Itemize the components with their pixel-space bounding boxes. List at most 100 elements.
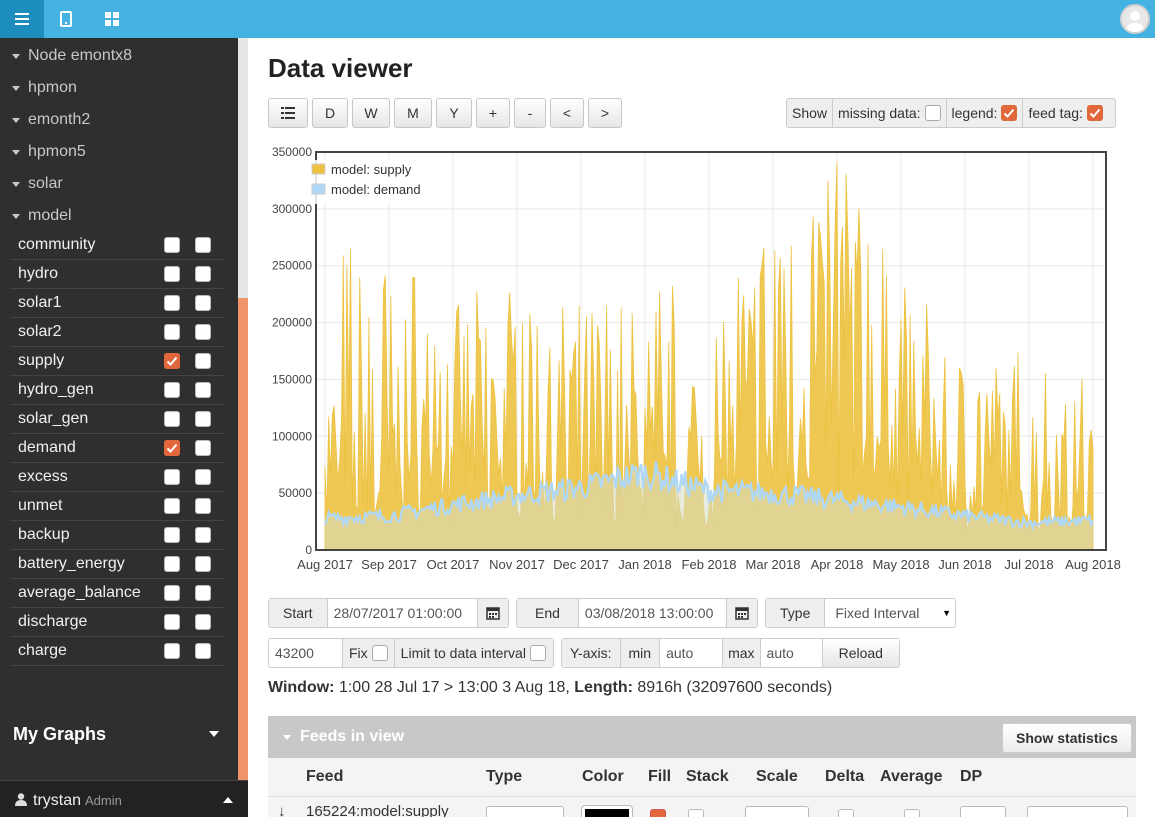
type-select[interactable]: Fixed Interval ▼ — [825, 599, 955, 627]
missing-data-option[interactable]: missing data: — [833, 99, 947, 127]
legend-checkbox[interactable] — [1001, 105, 1018, 121]
row-history-button[interactable] — [1027, 806, 1128, 817]
sidebar-node-hpmon5[interactable]: hpmon5 — [12, 142, 86, 162]
left-axis-checkbox[interactable] — [164, 498, 180, 514]
sidebar-node-emonth2[interactable]: emonth2 — [12, 110, 90, 130]
right-axis-checkbox[interactable] — [195, 556, 211, 572]
sidebar-node-hpmon[interactable]: hpmon — [12, 78, 77, 98]
user-avatar[interactable] — [1120, 4, 1150, 34]
start-calendar-button[interactable] — [477, 599, 508, 627]
zoom-out-button[interactable]: - — [514, 98, 546, 128]
my-graphs-heading[interactable]: My Graphs — [13, 724, 106, 745]
sidebar-feed-solar1[interactable]: solar1 — [10, 289, 224, 318]
menu-button[interactable] — [0, 0, 44, 38]
left-axis-checkbox[interactable] — [164, 237, 180, 253]
left-axis-checkbox[interactable] — [164, 295, 180, 311]
right-axis-checkbox[interactable] — [195, 643, 211, 659]
sidebar-feed-charge[interactable]: charge — [10, 637, 224, 666]
sidebar-feed-battery_energy[interactable]: battery_energy — [10, 550, 224, 579]
right-axis-checkbox[interactable] — [195, 411, 211, 427]
left-axis-checkbox[interactable] — [164, 469, 180, 485]
right-axis-checkbox[interactable] — [195, 498, 211, 514]
pan-left-button[interactable]: < — [550, 98, 584, 128]
row-average-checkbox[interactable] — [904, 809, 920, 817]
row-color-picker[interactable] — [581, 805, 633, 817]
zoom-in-button[interactable]: + — [476, 98, 510, 128]
right-axis-checkbox[interactable] — [195, 353, 211, 369]
feed-tag-option[interactable]: feed tag: — [1023, 99, 1108, 127]
caret-up-icon[interactable] — [223, 797, 233, 803]
sidebar-feed-hydro[interactable]: hydro — [10, 260, 224, 289]
right-axis-checkbox[interactable] — [195, 382, 211, 398]
right-axis-checkbox[interactable] — [195, 266, 211, 282]
sidebar-feed-demand[interactable]: demand — [10, 434, 224, 463]
chart-svg[interactable]: 0 50000 100000 150000 200000 250000 300000 3500… — [262, 140, 1147, 580]
row-fill-checkbox[interactable] — [650, 809, 666, 817]
data-chart[interactable]: 0 50000 100000 150000 200000 250000 300000 3500… — [262, 140, 1147, 580]
interval-input[interactable]: 43200 — [269, 639, 343, 667]
right-axis-checkbox[interactable] — [195, 469, 211, 485]
caret-down-icon[interactable] — [209, 731, 219, 737]
row-type-select[interactable] — [486, 806, 564, 817]
sidebar-feed-solar2[interactable]: solar2 — [10, 318, 224, 347]
day-button[interactable]: D — [312, 98, 348, 128]
left-axis-checkbox[interactable] — [164, 556, 180, 572]
left-axis-checkbox[interactable] — [164, 614, 180, 630]
reload-button[interactable]: Reload — [822, 639, 899, 667]
sidebar-feed-unmet[interactable]: unmet — [10, 492, 224, 521]
limit-checkbox[interactable] — [529, 645, 546, 661]
left-axis-checkbox[interactable] — [164, 411, 180, 427]
right-axis-checkbox[interactable] — [195, 237, 211, 253]
sidebar-feed-community[interactable]: community — [10, 231, 224, 260]
max-input[interactable]: auto — [761, 639, 823, 667]
right-axis-checkbox[interactable] — [195, 324, 211, 340]
sidebar-feed-supply[interactable]: supply — [10, 347, 224, 376]
end-calendar-button[interactable] — [726, 599, 757, 627]
right-axis-checkbox[interactable] — [195, 295, 211, 311]
left-axis-checkbox[interactable] — [164, 353, 180, 369]
sidebar-scrollbar-thumb[interactable] — [238, 298, 248, 780]
legend-option[interactable]: legend: — [947, 99, 1024, 127]
sidebar-node-model[interactable]: model — [12, 206, 72, 226]
fix-option[interactable]: Fix — [343, 639, 395, 667]
sidebar-node-solar[interactable]: solar — [12, 174, 63, 194]
week-button[interactable]: W — [352, 98, 390, 128]
row-delta-checkbox[interactable] — [838, 809, 854, 817]
sidebar-feed-excess[interactable]: excess — [10, 463, 224, 492]
right-axis-checkbox[interactable] — [195, 614, 211, 630]
left-axis-checkbox[interactable] — [164, 324, 180, 340]
sidebar-feed-backup[interactable]: backup — [10, 521, 224, 550]
dashboard-button[interactable] — [90, 0, 134, 38]
sidebar-feed-discharge[interactable]: discharge — [10, 608, 224, 637]
left-axis-checkbox[interactable] — [164, 440, 180, 456]
sidebar-feed-solar_gen[interactable]: solar_gen — [10, 405, 224, 434]
row-dp-input[interactable] — [960, 806, 1006, 817]
left-axis-checkbox[interactable] — [164, 527, 180, 543]
feed-tag-checkbox[interactable] — [1086, 105, 1103, 121]
show-statistics-button[interactable]: Show statistics — [1002, 723, 1132, 753]
start-input[interactable]: 28/07/2017 01:00:00 — [328, 599, 477, 627]
min-input[interactable]: auto — [660, 639, 724, 667]
right-axis-checkbox[interactable] — [195, 527, 211, 543]
list-button[interactable] — [268, 98, 308, 128]
fix-checkbox[interactable] — [371, 645, 388, 661]
sidebar-node-emontx8[interactable]: Node emontx8 — [12, 46, 132, 66]
move-down-icon[interactable]: ↓ — [278, 803, 286, 817]
right-axis-checkbox[interactable] — [195, 440, 211, 456]
limit-option[interactable]: Limit to data interval — [394, 639, 553, 667]
left-axis-checkbox[interactable] — [164, 266, 180, 282]
pan-right-button[interactable]: > — [588, 98, 622, 128]
row-scale-input[interactable] — [745, 806, 809, 817]
left-axis-checkbox[interactable] — [164, 382, 180, 398]
user-bar[interactable]: trystan Admin — [0, 780, 248, 817]
missing-data-checkbox[interactable] — [924, 105, 941, 121]
end-input[interactable]: 03/08/2018 13:00:00 — [579, 599, 726, 627]
row-stack-checkbox[interactable] — [688, 809, 704, 817]
sidebar-feed-average_balance[interactable]: average_balance — [10, 579, 224, 608]
left-axis-checkbox[interactable] — [164, 643, 180, 659]
tablet-button[interactable] — [44, 0, 88, 38]
right-axis-checkbox[interactable] — [195, 585, 211, 601]
month-button[interactable]: M — [394, 98, 432, 128]
year-button[interactable]: Y — [436, 98, 472, 128]
sidebar-feed-hydro_gen[interactable]: hydro_gen — [10, 376, 224, 405]
